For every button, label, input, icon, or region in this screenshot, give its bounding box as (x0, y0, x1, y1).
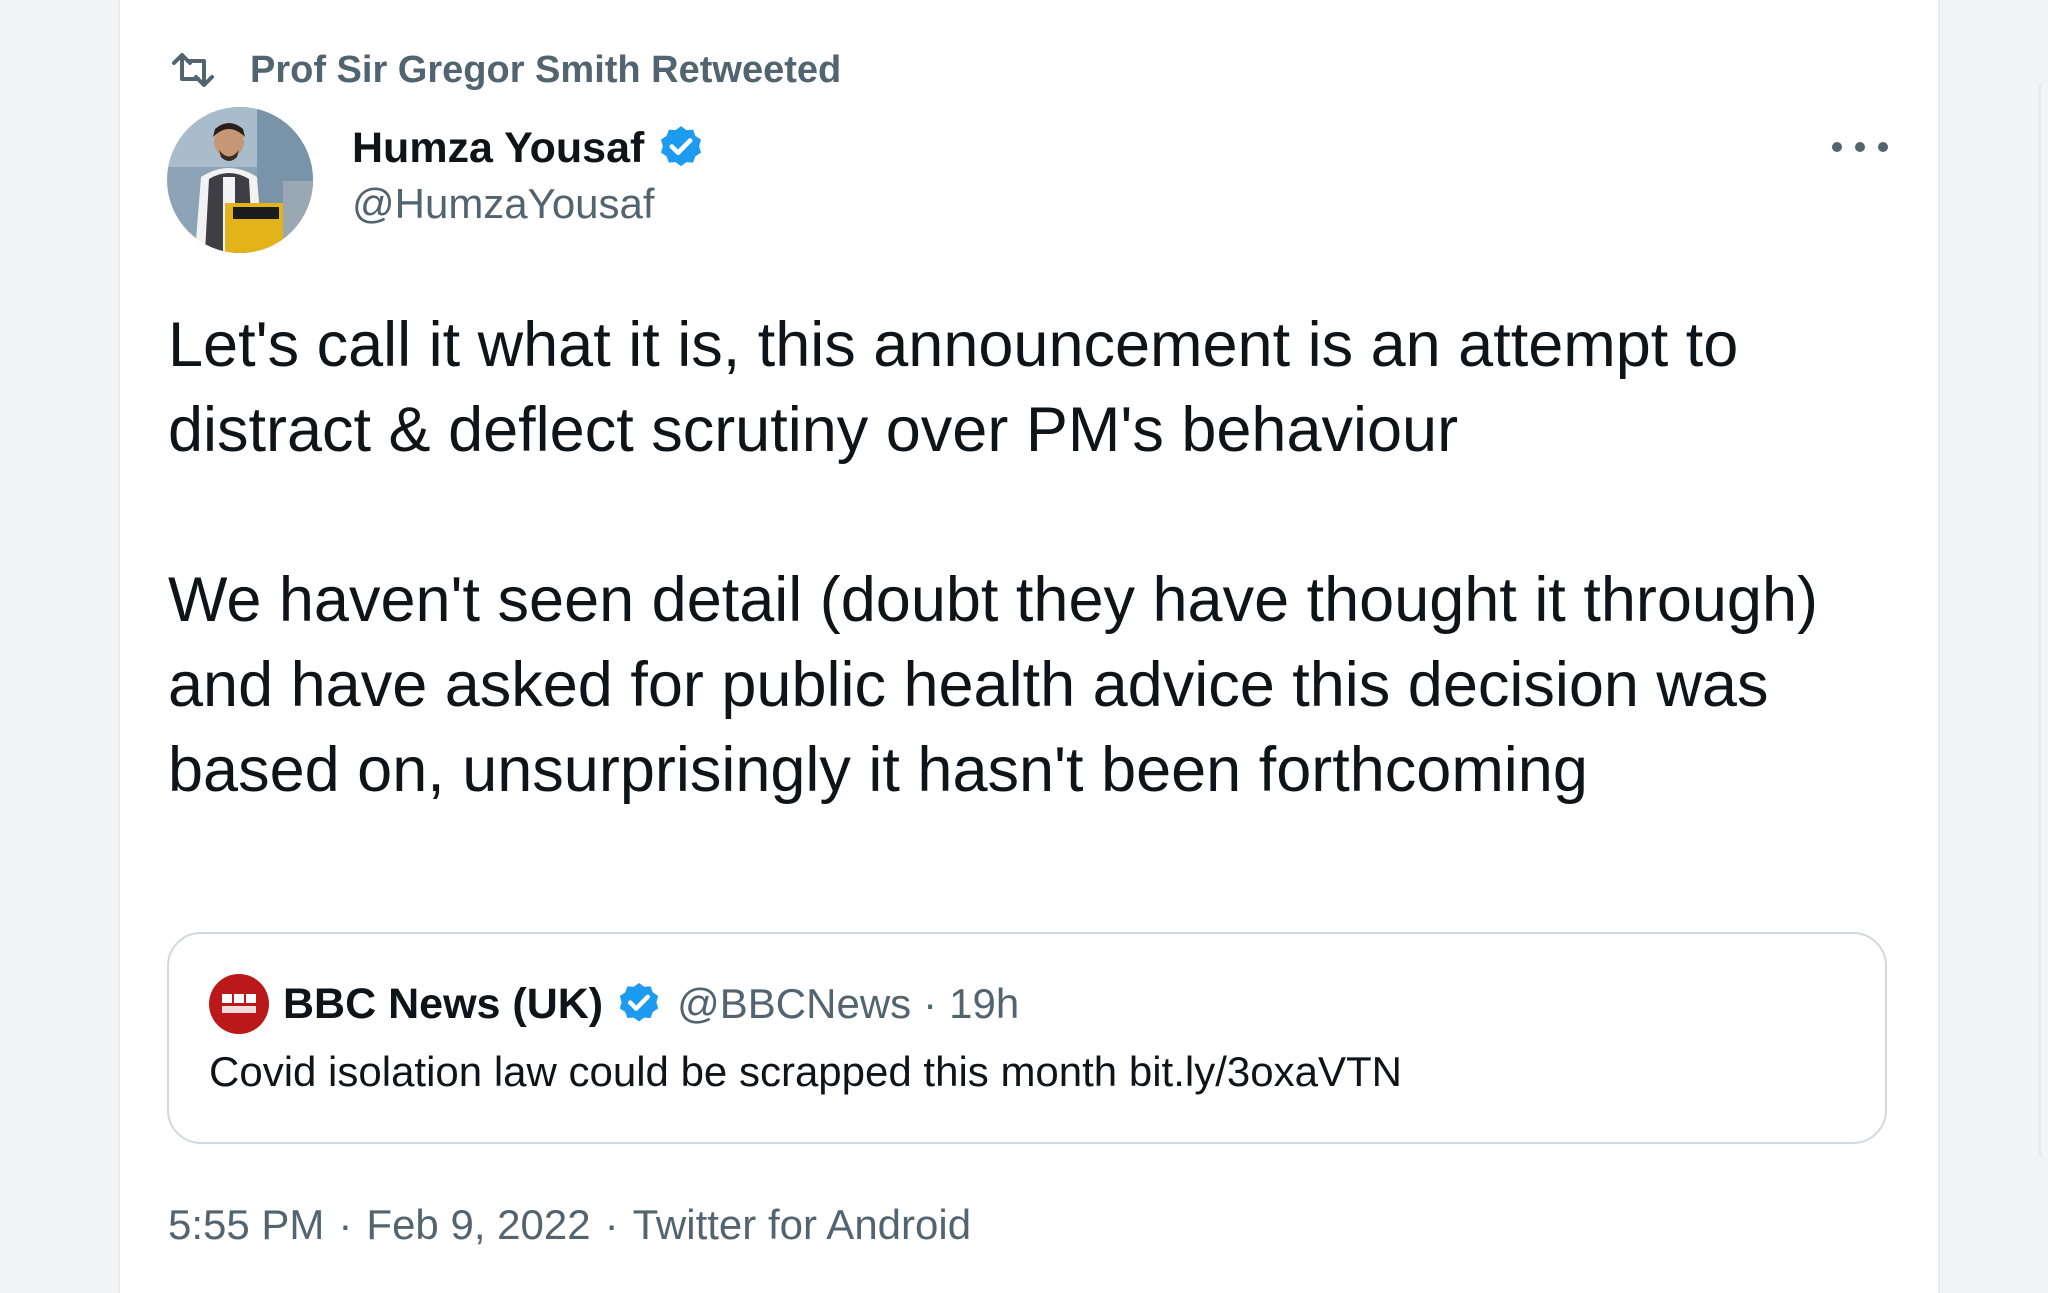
adjacent-panel-edge (2038, 80, 2048, 1160)
bbc-news-avatar (209, 974, 269, 1034)
tweet-text: Let's call it what it is, this announcem… (168, 303, 1898, 813)
tweet-date[interactable]: Feb 9, 2022 (366, 1201, 590, 1249)
more-options-button[interactable] (1832, 128, 1888, 166)
quoted-author-name: BBC News (UK) (283, 979, 604, 1028)
tweet-source[interactable]: Twitter for Android (633, 1201, 971, 1249)
quoted-tweet-time[interactable]: 19h (949, 980, 1019, 1028)
tweet-metadata: 5:55 PM · Feb 9, 2022 · Twitter for Andr… (168, 1196, 971, 1254)
more-dot-icon (1832, 142, 1842, 152)
separator-dot: · (923, 980, 938, 1027)
bbc-logo-icon (222, 994, 256, 1013)
author-name[interactable]: Humza Yousaf (352, 124, 644, 173)
author-photo (167, 107, 313, 253)
tweet-paragraph: We haven't seen detail (doubt they have … (168, 565, 1818, 805)
tweet-paragraph: Let's call it what it is, this announcem… (168, 310, 1739, 465)
separator-dot: · (604, 1201, 619, 1248)
separator-dot: · (338, 1201, 353, 1248)
retweet-icon (172, 53, 214, 87)
verified-badge-icon (661, 126, 702, 167)
quoted-tweet-text: Covid isolation law could be scrapped th… (209, 1048, 1402, 1095)
more-dot-icon (1878, 142, 1888, 152)
quoted-author-handle: @BBCNews (677, 980, 912, 1027)
tweet-time[interactable]: 5:55 PM (168, 1201, 324, 1249)
retweet-label: Prof Sir Gregor Smith Retweeted (250, 48, 842, 91)
quoted-tweet[interactable]: BBC News (UK) @BBCNews · 19h Covid isola… (167, 932, 1887, 1144)
verified-badge-icon (619, 983, 659, 1022)
author-handle[interactable]: @HumzaYousaf (352, 180, 655, 228)
more-dot-icon (1855, 142, 1865, 152)
author-avatar[interactable] (167, 107, 313, 253)
quoted-tweet-header: BBC News (UK) @BBCNews · 19h (209, 972, 1019, 1036)
author-name-row[interactable]: Humza Yousaf (352, 118, 706, 178)
retweet-context[interactable]: Prof Sir Gregor Smith Retweeted (170, 44, 841, 96)
